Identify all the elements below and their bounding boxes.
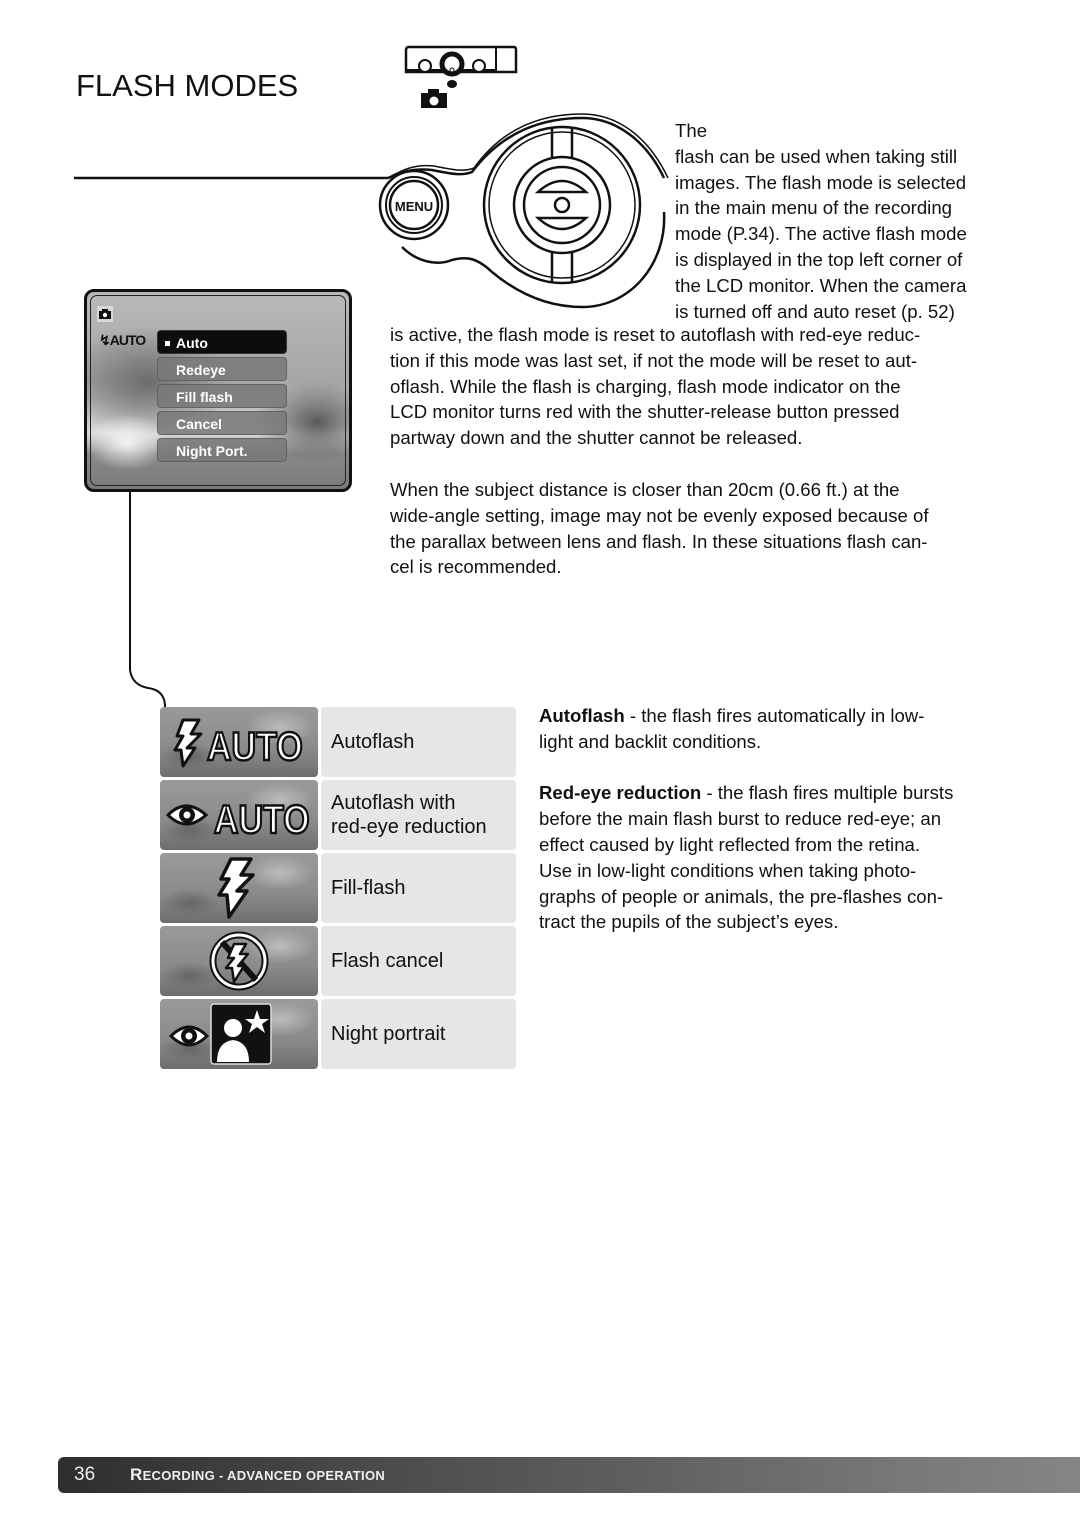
- flash-bolt-icon: ↯: [99, 332, 111, 348]
- mode-row-fill-flash: Fill-flash: [160, 853, 516, 923]
- section-title: RECORDING - ADVANCED OPERATION: [130, 1465, 386, 1484]
- intro-line: partway down and the shutter cannot be r…: [390, 427, 803, 449]
- mode-row-red-eye: AUTO Autoflash with red-eye reduction: [160, 780, 516, 850]
- intro-line: flash can be used when taking still: [675, 145, 958, 167]
- mode-row-night-portrait: Night portrait: [160, 999, 516, 1069]
- intro-paragraph-continued: is active, the flash mode is reset to au…: [390, 322, 1020, 451]
- intro-line: mode (P.34). The active flash mode: [675, 223, 967, 245]
- intro-line: in the main menu of the recording: [675, 197, 952, 219]
- intro-line: is active, the flash mode is reset to au…: [390, 324, 921, 345]
- intro-line: The: [675, 120, 708, 141]
- menu-button-label: MENU: [395, 199, 433, 214]
- parallax-note: When the subject distance is closer than…: [390, 477, 1020, 580]
- intro-line: the LCD monitor. When the camera: [675, 274, 967, 296]
- flash-mode-list: AUTO Autoflash AUTO Autoflash with red-ey…: [160, 707, 516, 1072]
- fill-flash-icon: [160, 853, 318, 923]
- page-footer: 36 RECORDING - ADVANCED OPERATION: [58, 1457, 1080, 1493]
- page-number: 36: [74, 1464, 96, 1485]
- connector-line: [129, 490, 166, 710]
- red-eye-auto-icon: AUTO: [160, 780, 318, 850]
- description-red-eye: Red-eye reduction - the flash fires mult…: [539, 782, 954, 933]
- lcd-monitor-screenshot: ↯AUTO Auto Redeye Fill flash Cancel Nigh…: [84, 289, 352, 492]
- mode-label: Autoflash: [321, 707, 516, 777]
- mode-label: Autoflash with red-eye reduction: [321, 780, 516, 850]
- intro-line: images. The flash mode is selected: [675, 171, 967, 193]
- flash-cancel-icon: [160, 926, 318, 996]
- svg-text:AUTO: AUTO: [207, 723, 303, 768]
- night-portrait-icon: [160, 999, 318, 1069]
- note-line: When the subject distance is closer than…: [390, 479, 900, 500]
- intro-line: LCD monitor turns red with the shutter-r…: [390, 401, 900, 423]
- menu-item-redeye[interactable]: Redeye: [157, 357, 287, 381]
- note-line: wide-angle setting, image may not be eve…: [390, 504, 929, 526]
- autoflash-icon: AUTO: [160, 707, 318, 777]
- intro-line: is displayed in the top left corner of: [675, 248, 963, 270]
- note-line: cel is recommended.: [390, 556, 562, 578]
- page-title: FLASH MODES: [76, 68, 299, 103]
- recording-mode-camera-icon: [421, 89, 447, 108]
- intro-line: oflash. While the flash is charging, fla…: [390, 375, 901, 397]
- mode-row-flash-cancel: Flash cancel: [160, 926, 516, 996]
- mode-descriptions: Autoflash - the flash fires automaticall…: [539, 703, 1014, 961]
- menu-item-fill-flash[interactable]: Fill flash: [157, 384, 287, 408]
- intro-line: is turned off and auto reset (p. 52): [675, 300, 955, 322]
- camera-icon: [97, 306, 113, 322]
- mode-label: Fill-flash: [321, 853, 516, 923]
- selected-bullet-icon: [165, 341, 170, 346]
- mode-label: Flash cancel: [321, 926, 516, 996]
- description-autoflash: Autoflash - the flash fires automaticall…: [539, 705, 925, 752]
- mode-row-autoflash: AUTO Autoflash: [160, 707, 516, 777]
- mode-label: Night portrait: [321, 999, 516, 1069]
- menu-item-auto[interactable]: Auto: [157, 330, 287, 354]
- flash-mode-indicator: ↯AUTO: [99, 332, 146, 348]
- note-line: the parallax between lens and flash. In …: [390, 530, 928, 552]
- flash-mode-menu: Auto Redeye Fill flash Cancel Night Port…: [157, 330, 287, 465]
- intro-line: tion if this mode was last set, if not t…: [390, 349, 918, 371]
- intro-paragraph-top: The flash can be used when taking still …: [675, 118, 1015, 324]
- svg-text:AUTO: AUTO: [214, 796, 310, 841]
- menu-item-cancel[interactable]: Cancel: [157, 411, 287, 435]
- menu-item-night-port[interactable]: Night Port.: [157, 438, 287, 462]
